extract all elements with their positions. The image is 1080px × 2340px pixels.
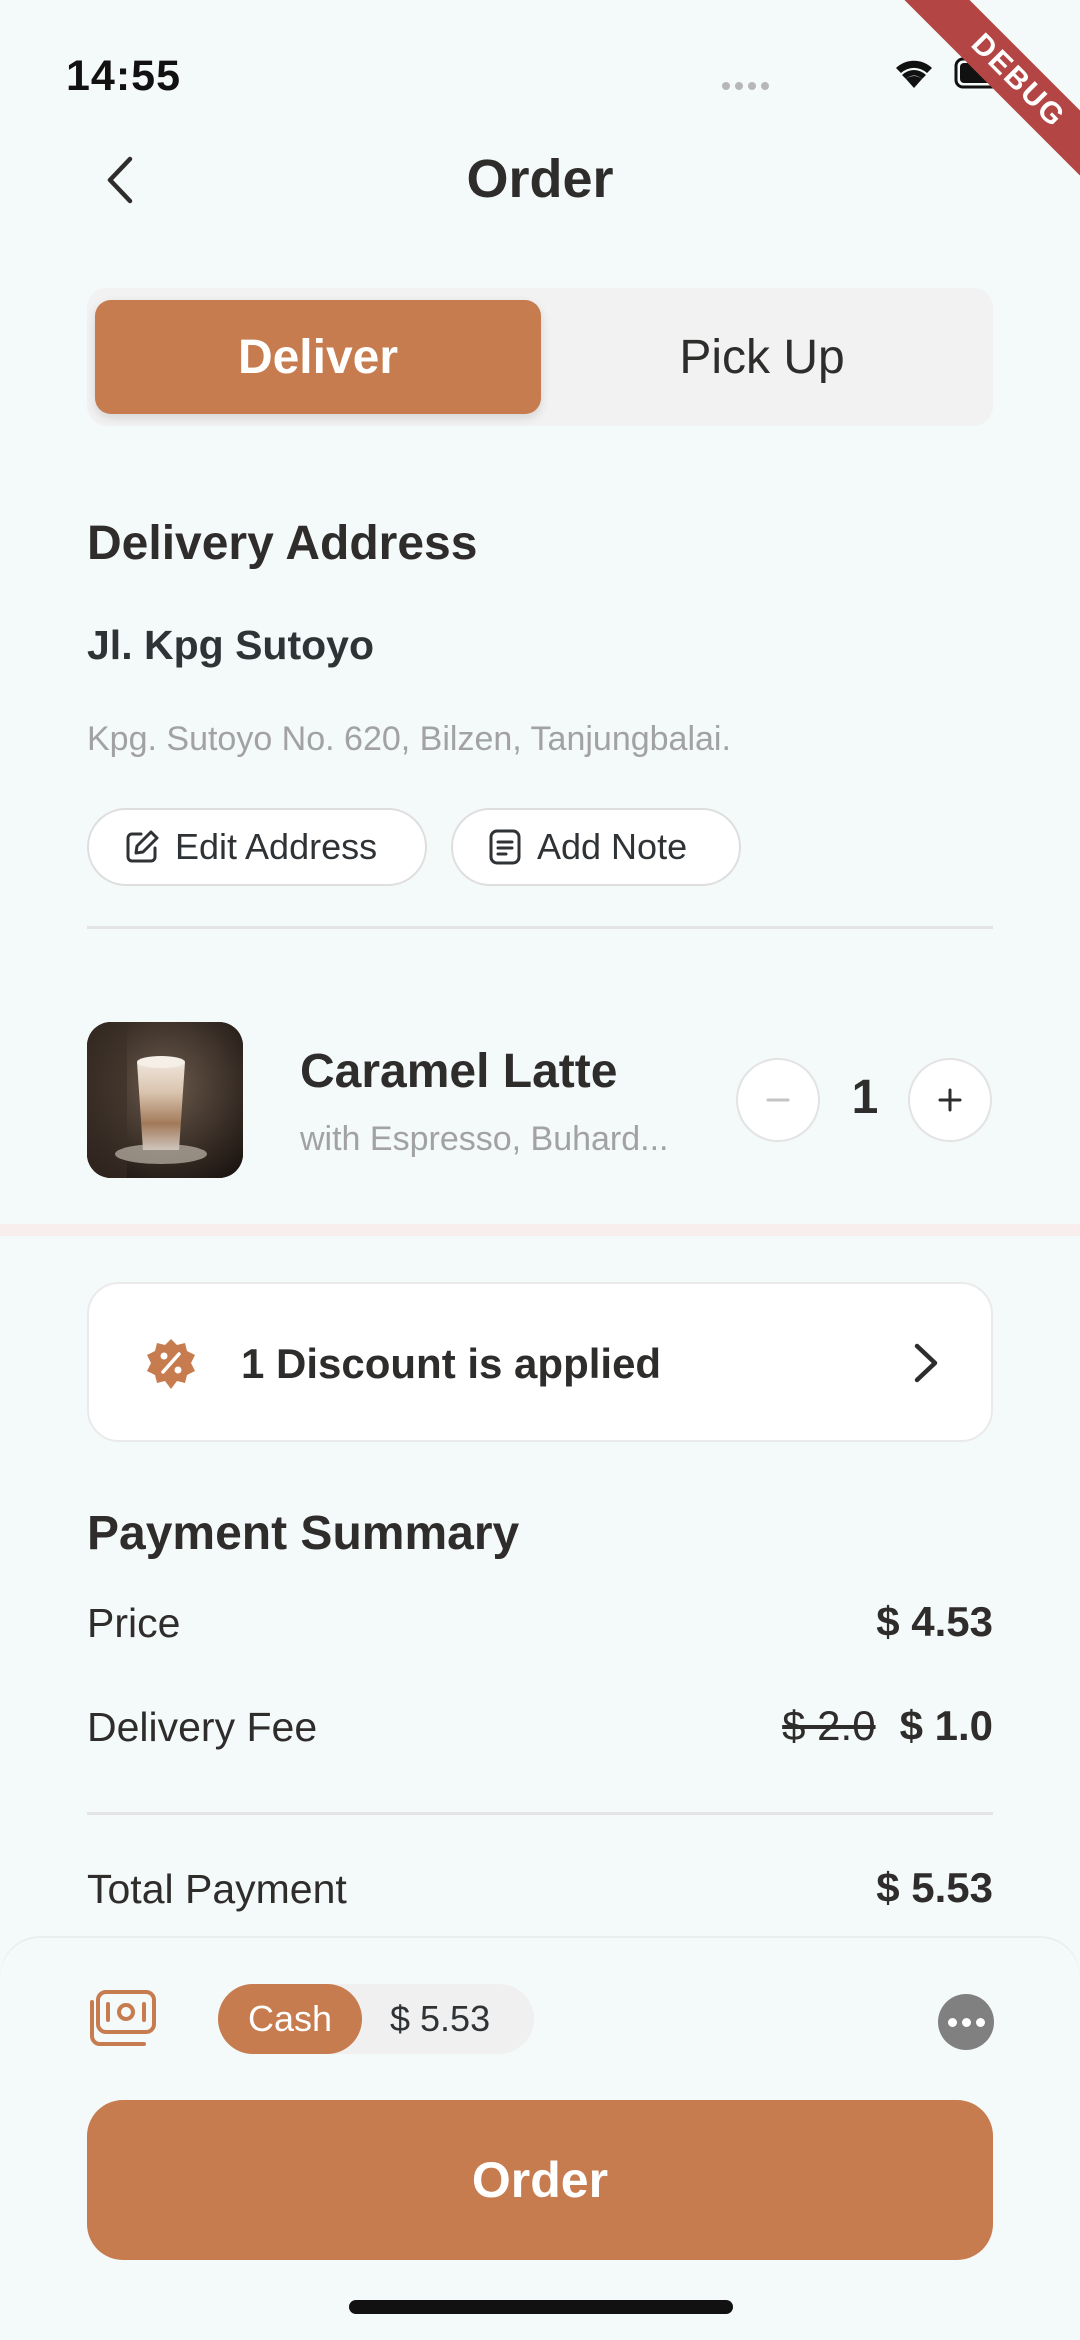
note-icon — [489, 829, 521, 865]
payment-method-selector[interactable]: Cash $ 5.53 — [218, 1984, 534, 2054]
product-description: with Espresso, Buhard... — [300, 1120, 669, 1158]
payment-amount: $ 5.53 — [390, 1998, 491, 2039]
pickup-tab[interactable]: Pick Up — [539, 300, 985, 414]
delivery-fee-label: Delivery Fee — [87, 1704, 318, 1750]
signal-icon — [722, 82, 769, 90]
address-name: Jl. Kpg Sutoyo — [87, 622, 374, 668]
address-detail: Kpg. Sutoyo No. 620, Bilzen, Tanjungbala… — [87, 720, 731, 758]
increase-quantity-button[interactable] — [908, 1058, 992, 1142]
quantity-value: 1 — [851, 1071, 879, 1124]
delivery-toggle: Deliver Pick Up — [87, 288, 993, 426]
product-name: Caramel Latte — [300, 1045, 618, 1098]
total-payment-value: $ 5.53 — [876, 1864, 993, 1911]
edit-icon — [126, 830, 159, 863]
bottom-sheet: Cash $ 5.53 Order — [0, 1938, 1080, 2340]
wifi-icon — [896, 60, 932, 88]
divider — [87, 1812, 993, 1815]
section-separator — [0, 1224, 1080, 1236]
discount-card[interactable]: 1 Discount is applied — [87, 1282, 993, 1442]
discount-badge-icon — [147, 1339, 195, 1389]
wallet-icon[interactable] — [88, 1990, 156, 2046]
status-time: 14:55 — [66, 52, 181, 100]
edit-address-button[interactable]: Edit Address — [87, 808, 427, 886]
discount-label: 1 Discount is applied — [241, 1340, 662, 1387]
price-value: $ 4.53 — [876, 1598, 993, 1645]
divider — [87, 926, 993, 929]
app-bar: Order — [0, 130, 1080, 230]
more-icon[interactable] — [938, 1994, 994, 2050]
delivery-address-title: Delivery Address — [87, 517, 478, 570]
page-title: Order — [466, 149, 614, 209]
payment-summary-title: Payment Summary — [87, 1507, 520, 1560]
total-payment-label: Total Payment — [87, 1866, 347, 1912]
price-label: Price — [87, 1600, 181, 1646]
edit-address-label: Edit Address — [175, 826, 378, 867]
minus-icon — [766, 1098, 790, 1102]
delivery-fee-original: $ 2.0 — [782, 1702, 876, 1749]
decrease-quantity-button[interactable] — [736, 1058, 820, 1142]
home-indicator — [349, 2300, 733, 2314]
delivery-fee-value-group: $ 2.0 $ 1.0 — [782, 1702, 993, 1750]
delivery-fee-value: $ 1.0 — [899, 1702, 993, 1749]
chevron-right-icon — [914, 1343, 938, 1383]
order-button[interactable]: Order — [87, 2100, 993, 2260]
add-note-button[interactable]: Add Note — [451, 808, 741, 886]
status-bar: 14:55 — [0, 0, 1080, 150]
plus-icon — [938, 1088, 962, 1112]
deliver-tab[interactable]: Deliver — [95, 300, 541, 414]
add-note-label: Add Note — [537, 826, 688, 867]
cash-tag: Cash — [218, 1984, 362, 2054]
product-image — [87, 1022, 243, 1178]
